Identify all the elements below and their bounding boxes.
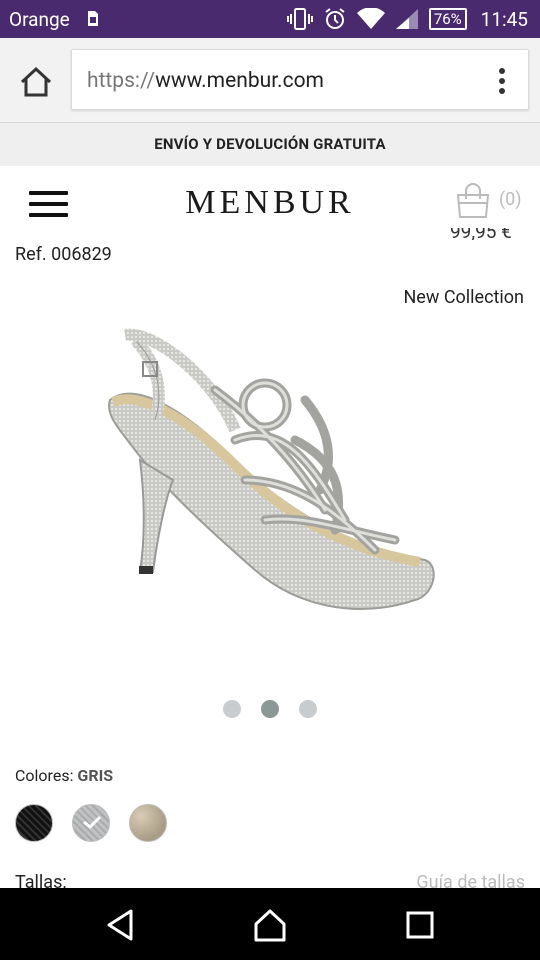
wifi-icon <box>356 8 385 29</box>
carousel-indicator <box>0 700 540 718</box>
status-bar: Orange 76% 11:45 <box>0 0 540 38</box>
product-reference: Ref. 006829 <box>15 244 112 265</box>
carrier-name: Orange <box>9 8 70 31</box>
new-collection-badge: New Collection <box>403 287 524 308</box>
sim-icon <box>88 11 98 26</box>
url-text[interactable]: https://www.menbur.com <box>87 69 324 93</box>
alarm-icon <box>325 8 345 29</box>
carousel-dot[interactable] <box>223 700 241 718</box>
battery-indicator: 76% <box>428 8 467 30</box>
vibrate-icon <box>286 8 313 30</box>
cart-count[interactable]: (0) <box>499 189 522 210</box>
system-navigation-bar <box>0 888 540 960</box>
shopping-bag-icon[interactable] <box>455 183 491 219</box>
product-price: 99,95 € <box>450 228 512 240</box>
swatch-grey[interactable] <box>72 804 110 842</box>
swatch-black[interactable] <box>15 804 53 842</box>
address-bar[interactable]: https://www.menbur.com <box>71 49 529 110</box>
home-icon[interactable] <box>16 64 56 100</box>
carousel-dot-active[interactable] <box>261 700 279 718</box>
browser-toolbar: https://www.menbur.com <box>0 38 540 123</box>
swatch-gold[interactable] <box>129 804 167 842</box>
recents-icon[interactable] <box>402 908 438 942</box>
status-icons: 76% 11:45 <box>286 5 528 33</box>
selected-color: GRIS <box>77 766 114 785</box>
back-icon[interactable] <box>103 908 139 942</box>
overflow-menu-icon[interactable] <box>498 68 506 94</box>
product-image[interactable] <box>95 320 445 640</box>
signal-icon <box>395 9 418 29</box>
check-icon <box>83 815 102 829</box>
color-swatches <box>15 804 167 842</box>
carousel-dot[interactable] <box>299 700 317 718</box>
clock: 11:45 <box>480 7 528 31</box>
home-icon[interactable] <box>252 908 288 942</box>
promo-banner[interactable]: ENVÍO Y DEVOLUCIÓN GRATUITA <box>0 123 540 166</box>
color-label: Colores: GRIS <box>15 766 114 785</box>
